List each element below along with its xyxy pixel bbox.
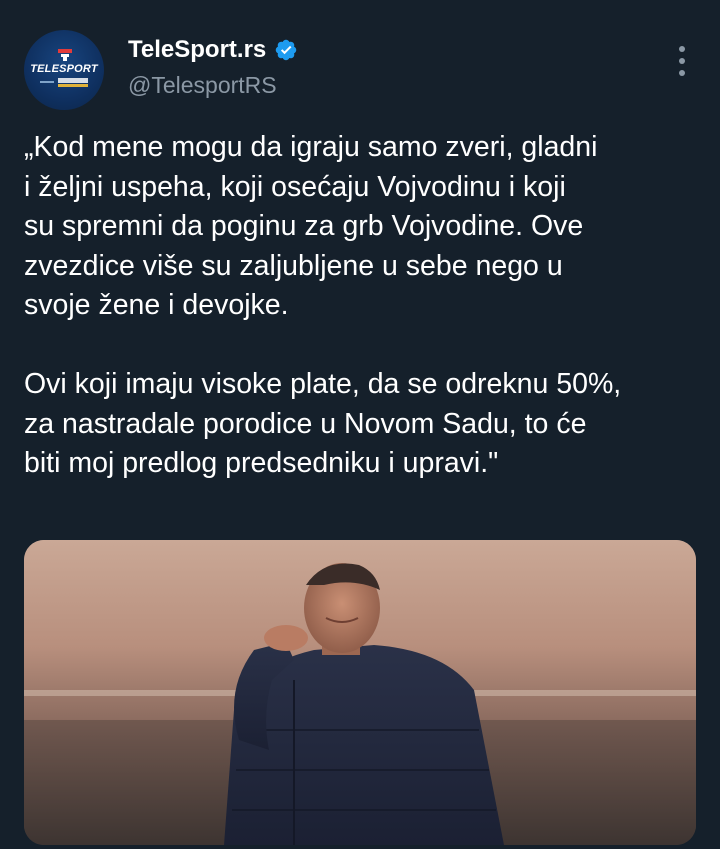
avatar-logo-text: TELESPORT	[30, 63, 98, 75]
telesport-logo-mark	[58, 49, 72, 61]
display-name[interactable]: TeleSport.rs	[128, 36, 266, 64]
tweet-card: TELESPORT TeleSport.rs @TelesportRS „Kod…	[0, 0, 720, 849]
tweet-photo[interactable]	[24, 540, 696, 845]
user-handle[interactable]: @TelesportRS	[128, 72, 277, 99]
author-name-row: TeleSport.rs	[128, 36, 298, 64]
avatar[interactable]: TELESPORT	[24, 30, 104, 110]
coach-photo-illustration	[24, 540, 696, 845]
verified-badge-icon	[276, 39, 297, 61]
tweet-text: „Kod mene mogu da igraju samo zveri, gla…	[24, 131, 622, 479]
more-options-icon[interactable]	[672, 44, 692, 78]
sponsor-logo-mark	[40, 78, 88, 87]
